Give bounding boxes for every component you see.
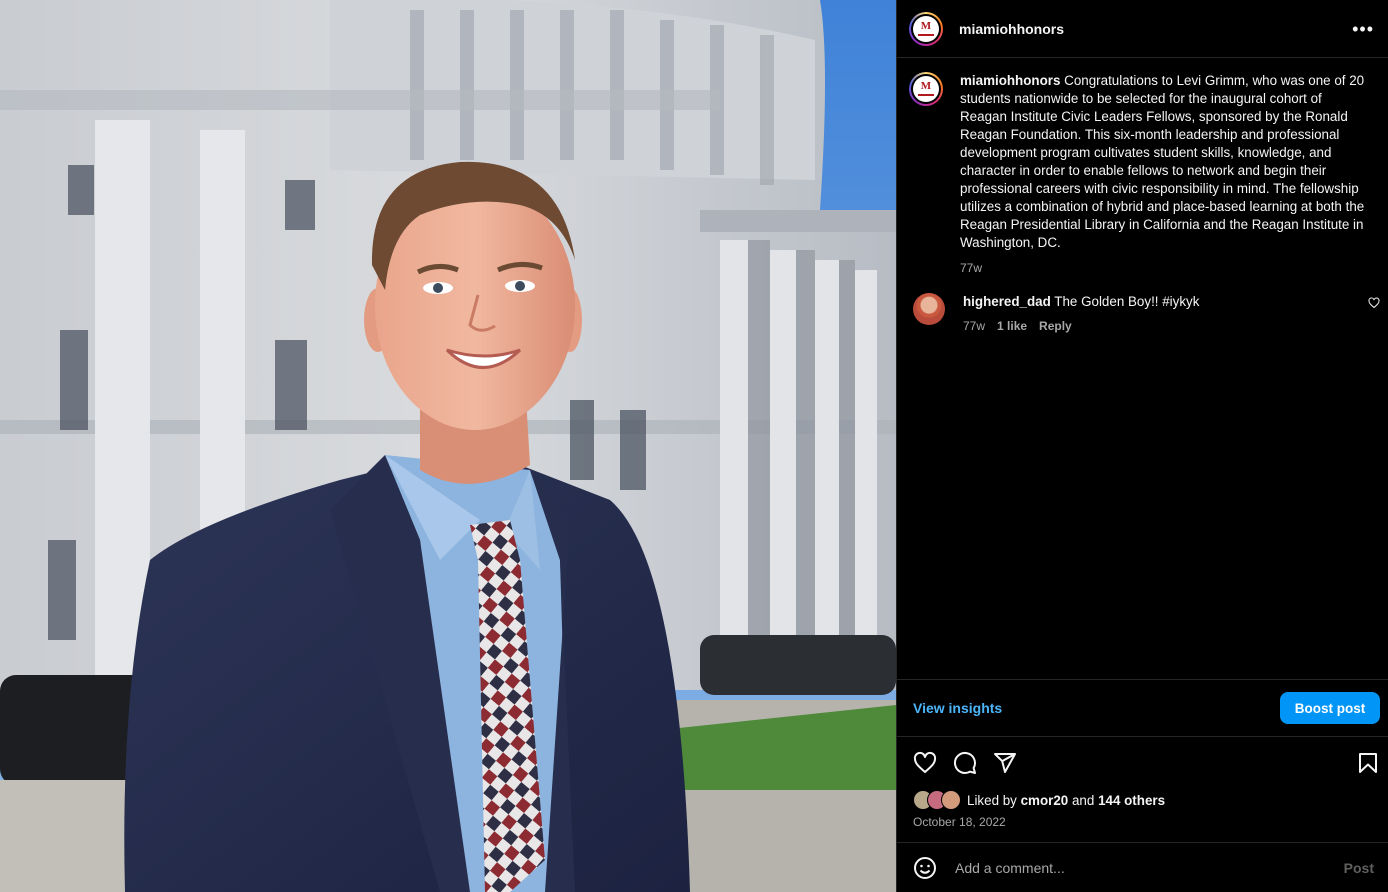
- liked-by-others[interactable]: 144 others: [1098, 793, 1165, 808]
- post-header: M miamiohhonors •••: [897, 0, 1388, 58]
- view-insights-link[interactable]: View insights: [913, 700, 1002, 716]
- comment-like-heart-icon[interactable]: [1368, 297, 1380, 309]
- photo-illustration: [0, 0, 896, 892]
- caption-text: Congratulations to Levi Grimm, who was o…: [960, 73, 1365, 250]
- insights-bar: View insights Boost post: [897, 679, 1388, 737]
- liked-by-user[interactable]: cmor20: [1021, 793, 1069, 808]
- liker-avatar: [941, 790, 961, 810]
- profile-avatar[interactable]: M: [909, 11, 943, 46]
- caption-avatar-letter: M: [920, 80, 932, 92]
- comment-item: highered_dad The Golden Boy!! #iykyk 77w…: [897, 277, 1388, 335]
- action-bar: [913, 750, 1380, 776]
- caption-avatar[interactable]: M: [909, 72, 943, 106]
- boost-post-button[interactable]: Boost post: [1280, 692, 1380, 724]
- commenter-avatar[interactable]: [913, 293, 945, 325]
- comment-username[interactable]: highered_dad: [963, 294, 1051, 309]
- comment-time: 77w: [963, 319, 986, 333]
- liker-avatars[interactable]: [913, 790, 963, 810]
- liked-by-prefix: Liked by: [967, 792, 1017, 808]
- liked-by-row: Liked by cmor20 and 144 others: [913, 790, 1165, 810]
- emoji-icon[interactable]: [913, 856, 937, 880]
- comment-bubble-icon[interactable]: [953, 751, 977, 775]
- header-username[interactable]: miamiohhonors: [959, 21, 1352, 37]
- avatar-logo-letter: M: [920, 19, 932, 32]
- save-bookmark-icon[interactable]: [1356, 751, 1380, 775]
- caption-username[interactable]: miamiohhonors: [960, 73, 1060, 88]
- post-photo: [0, 0, 896, 892]
- more-options-icon[interactable]: •••: [1352, 20, 1374, 38]
- caption-time: 77w: [960, 261, 983, 275]
- comment-reply-button[interactable]: Reply: [1039, 317, 1072, 335]
- like-heart-icon[interactable]: [913, 751, 937, 775]
- post-side-panel: M miamiohhonors ••• M miamiohhonors Cong…: [896, 0, 1388, 892]
- caption: M miamiohhonors Congratulations to Levi …: [897, 58, 1388, 277]
- comment-input[interactable]: [953, 858, 1344, 877]
- comment-text: The Golden Boy!! #iykyk: [1054, 294, 1200, 309]
- post-date[interactable]: October 18, 2022: [913, 815, 1006, 829]
- liked-by-and: and: [1071, 792, 1095, 808]
- share-send-icon[interactable]: [993, 751, 1017, 775]
- add-comment-bar: Post: [897, 842, 1388, 892]
- post-comment-button[interactable]: Post: [1344, 860, 1374, 876]
- comment-likes[interactable]: 1 like: [997, 317, 1027, 335]
